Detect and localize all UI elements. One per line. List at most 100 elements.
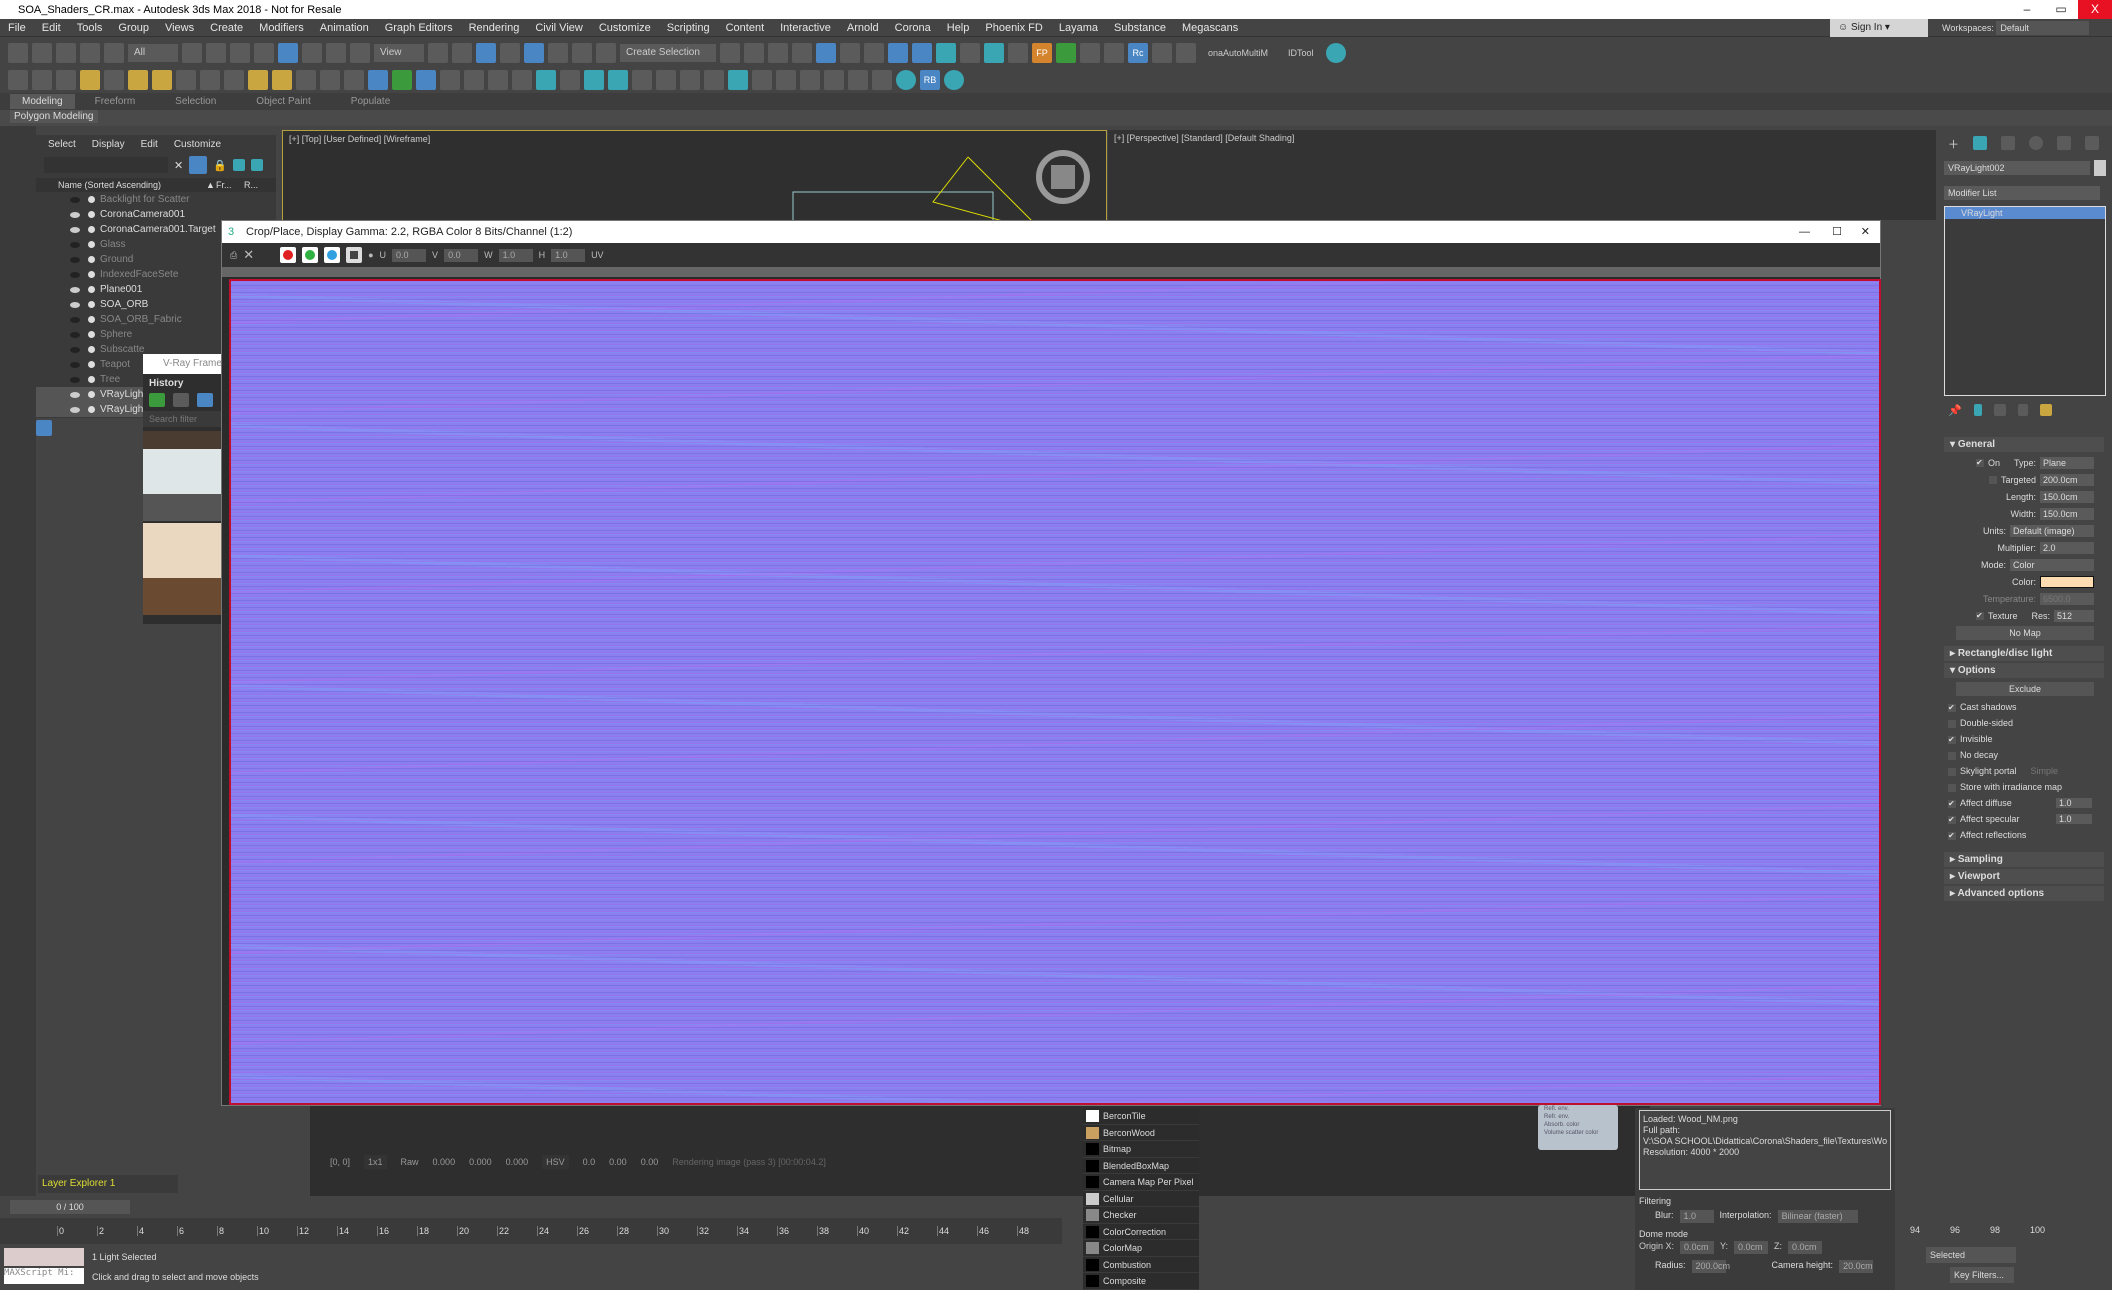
lister-icon[interactable]	[488, 69, 508, 90]
zoom-dropdown[interactable]: 1x1	[364, 1155, 387, 1169]
menu-group[interactable]: Group	[110, 22, 157, 34]
vfb-icon[interactable]	[464, 69, 484, 90]
modifier-stack-item[interactable]: VRayLight	[1945, 207, 2105, 219]
rollout-general[interactable]: ▾ General	[1944, 437, 2104, 452]
ribbon-tab-selection[interactable]: Selection	[155, 96, 236, 107]
menu-edit[interactable]: Edit	[34, 22, 69, 34]
idtool-button[interactable]: IDTool	[1280, 48, 1322, 58]
history-thumbnail[interactable]	[143, 523, 223, 615]
option-value-spinner[interactable]: 1.0	[2056, 814, 2092, 824]
corona-converter-icon[interactable]	[824, 69, 844, 90]
menu-rendering[interactable]: Rendering	[461, 22, 528, 34]
globe-id-icon[interactable]	[896, 69, 916, 90]
timeline-track-right[interactable]: 94 96 98 100	[1910, 1225, 2080, 1241]
rollout-advanced-options[interactable]: ▸ Advanced options	[1944, 886, 2104, 901]
show-end-result-icon[interactable]	[1973, 404, 1982, 416]
maxscript-input[interactable]: MAXScript Mi:	[4, 1268, 84, 1284]
column-name[interactable]: Name (Sorted Ascending)	[58, 180, 206, 190]
curve-editor-icon[interactable]	[840, 42, 860, 63]
snaps-toggle-icon[interactable]	[500, 42, 520, 63]
list-icon[interactable]	[1104, 42, 1124, 63]
type-dropdown[interactable]: Plane	[2040, 456, 2094, 469]
viewport-label[interactable]: [+] [Perspective] [Standard] [Default Sh…	[1108, 130, 1936, 146]
bind-spacewarp-icon[interactable]	[104, 42, 124, 63]
scene-menu-edit[interactable]: Edit	[141, 139, 158, 150]
option-checkbox[interactable]	[1948, 720, 1956, 728]
dome-icon[interactable]	[272, 69, 292, 90]
material-node[interactable]: Refl. env. Refr. env. Absorb. color Volume …	[1538, 1105, 1618, 1150]
corona-vfb-icon[interactable]	[728, 69, 748, 90]
target-distance-spinner[interactable]: 200.0cm	[2040, 473, 2094, 486]
select-by-name-icon[interactable]	[206, 42, 226, 63]
filter-icon[interactable]	[189, 156, 208, 174]
option-checkbox[interactable]	[1948, 752, 1956, 760]
rendered-frame-window-icon[interactable]	[960, 42, 980, 63]
menu-tools[interactable]: Tools	[69, 22, 111, 34]
visibility-eye-icon[interactable]	[70, 392, 80, 398]
menu-modifiers[interactable]: Modifiers	[251, 22, 312, 34]
rotate-icon[interactable]	[302, 42, 322, 63]
visibility-eye-icon[interactable]	[70, 317, 80, 323]
undo-icon[interactable]	[8, 42, 28, 63]
fur-icon[interactable]	[368, 69, 388, 90]
cone-icon[interactable]	[224, 69, 244, 90]
help-icon[interactable]	[512, 69, 532, 90]
width-spinner[interactable]: 150.0cm	[2040, 507, 2094, 520]
scale-icon[interactable]	[326, 42, 346, 63]
viewport-perspective[interactable]: [+] [Perspective] [Standard] [Default Sh…	[1108, 130, 1936, 220]
menu-help[interactable]: Help	[939, 22, 978, 34]
ribbon-tab-freeform[interactable]: Freeform	[75, 96, 156, 107]
option-extra[interactable]: Simple	[2031, 766, 2059, 776]
visibility-eye-icon[interactable]	[70, 332, 80, 338]
percent-snap-icon[interactable]	[548, 42, 568, 63]
hierarchy-tab-icon[interactable]	[2001, 136, 2015, 150]
configure-sets-icon[interactable]	[2039, 404, 2052, 416]
color-balls-icon[interactable]	[440, 69, 460, 90]
column-frozen[interactable]: Fr...	[216, 180, 244, 190]
ab-compare-icon[interactable]	[173, 393, 189, 407]
dialog-maximize-button[interactable]: ☐	[1832, 221, 1842, 243]
menu-megascans[interactable]: Megascans	[1174, 22, 1246, 34]
corona-pine-icon[interactable]	[656, 69, 676, 90]
scene-menu-select[interactable]: Select	[48, 139, 76, 150]
option-checkbox[interactable]: ✔	[1948, 736, 1956, 744]
blue-channel-toggle[interactable]	[324, 247, 341, 263]
rollout-options[interactable]: ▾ Options	[1944, 663, 2104, 678]
link-icon[interactable]	[56, 42, 76, 63]
rollout-sampling[interactable]: ▸ Sampling	[1944, 852, 2104, 867]
history-tab[interactable]: History	[143, 374, 223, 393]
u-spinner[interactable]: 0.0	[392, 248, 427, 262]
menu-customize[interactable]: Customize	[591, 22, 659, 34]
render-iterative-icon[interactable]	[1008, 42, 1028, 63]
corona-scatter-icon[interactable]	[608, 69, 628, 90]
interpolation-dropdown[interactable]: Bilinear (faster)	[1777, 1210, 1858, 1223]
selection-filter-dropdown[interactable]: All	[128, 43, 178, 62]
dialog-minimize-button[interactable]: —	[1799, 221, 1810, 243]
globe-b-icon[interactable]	[944, 69, 964, 90]
option-checkbox[interactable]: ✔	[1948, 800, 1956, 808]
maxscript-listener[interactable]	[4, 1248, 84, 1266]
select-move-icon[interactable]	[278, 42, 298, 63]
corona-table-icon[interactable]	[632, 69, 652, 90]
texture-checkbox[interactable]: ✔	[1975, 611, 1984, 620]
ribbon-tab-modeling[interactable]: Modeling	[10, 94, 75, 109]
map-list-item[interactable]: Cellular	[1083, 1191, 1199, 1207]
sign-in-button[interactable]: ☺ Sign In ▾	[1830, 19, 1928, 37]
scene-search-input[interactable]	[44, 157, 168, 173]
map-list-item[interactable]: ColorCorrection	[1083, 1224, 1199, 1240]
render-icon[interactable]	[984, 42, 1004, 63]
corona-render-icon[interactable]	[776, 69, 796, 90]
radius-spinner[interactable]: 200.0cm	[1691, 1260, 1730, 1273]
map-list-item[interactable]: BerconWood	[1083, 1125, 1199, 1141]
tools-icon[interactable]	[1080, 42, 1100, 63]
clear-icon[interactable]: ✕	[243, 247, 254, 263]
unlink-icon[interactable]	[80, 42, 100, 63]
pivot-center-icon[interactable]	[428, 42, 448, 63]
corona-lightbulb-icon[interactable]	[872, 69, 892, 90]
multiplier-spinner[interactable]: 2.0	[2040, 541, 2094, 554]
option-checkbox[interactable]	[1948, 768, 1956, 776]
corona-bulb-icon[interactable]	[680, 69, 700, 90]
mode-dropdown[interactable]: Color	[2010, 558, 2094, 571]
corona-light-icon[interactable]	[536, 69, 556, 90]
render-setup-icon[interactable]	[936, 42, 956, 63]
